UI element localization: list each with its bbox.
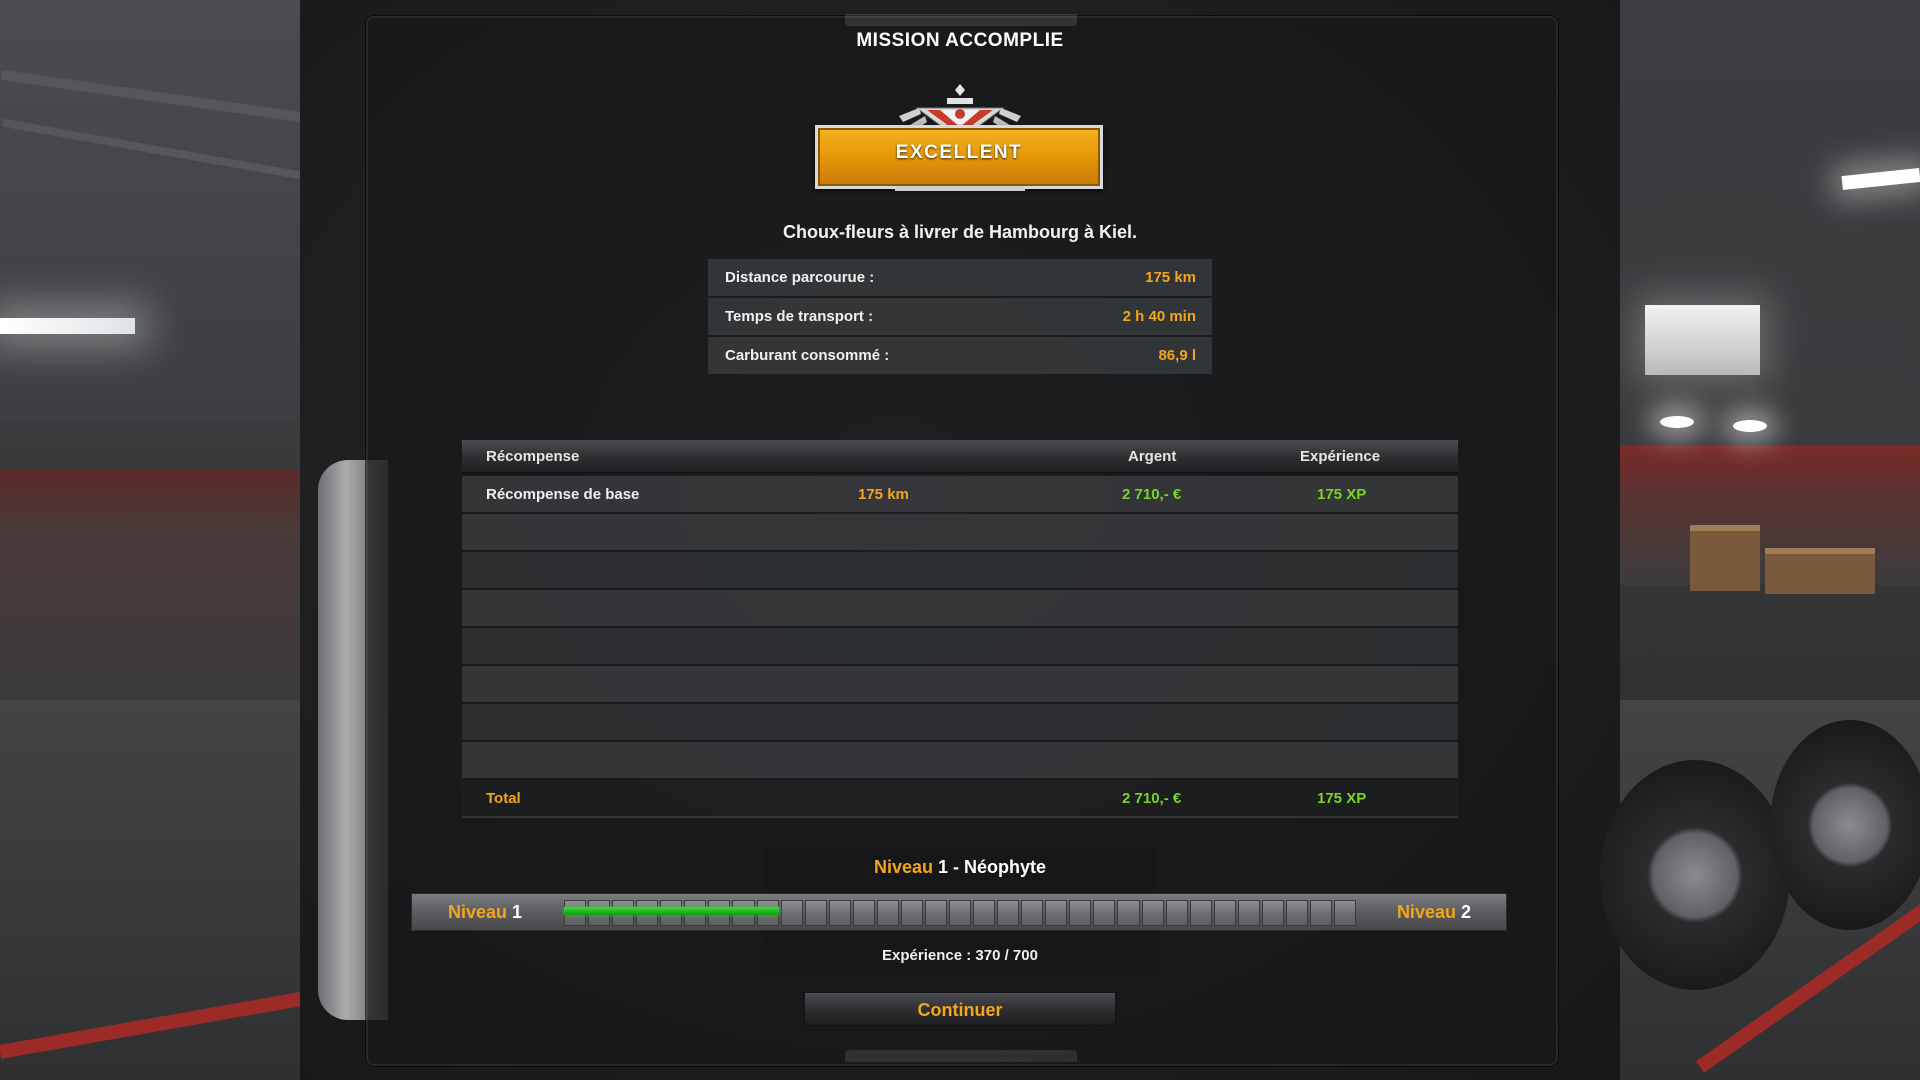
progress-segment xyxy=(804,900,827,926)
progress-segment xyxy=(1165,900,1188,926)
next-level-label: Niveau 2 xyxy=(1397,902,1471,923)
progress-segment xyxy=(900,900,923,926)
progress-segment xyxy=(876,900,899,926)
wall-spotlight xyxy=(1733,420,1767,432)
dialog-title: MISSION ACCOMPLIE xyxy=(856,30,1064,51)
table-row: Récompense de base 175 km 2 710,- € 175 … xyxy=(462,476,1458,512)
reward-experience: 175 XP xyxy=(1317,486,1367,503)
delivery-stats: Distance parcourue : 175 km Temps de tra… xyxy=(708,259,1212,376)
progress-segment xyxy=(1093,900,1116,926)
progress-segment xyxy=(973,900,996,926)
continue-button[interactable]: Continuer xyxy=(804,992,1116,1026)
column-header-experience: Expérience xyxy=(1300,448,1381,465)
stat-value: 2 h 40 min xyxy=(1122,308,1196,325)
table-row-empty xyxy=(462,514,1458,550)
stat-row-fuel: Carburant consommé : 86,9 l xyxy=(708,337,1212,374)
progress-segment xyxy=(780,900,803,926)
progress-segment xyxy=(1309,900,1332,926)
level-word: Niveau xyxy=(1396,902,1456,922)
reward-money: 2 710,- € xyxy=(1122,486,1182,503)
stat-label: Carburant consommé : xyxy=(725,347,890,364)
table-row-empty xyxy=(462,742,1458,778)
level-number: 2 xyxy=(1460,902,1471,922)
progress-segment xyxy=(1237,900,1260,926)
total-experience: 175 XP xyxy=(1317,790,1367,807)
progress-segment xyxy=(1285,900,1308,926)
stat-row-time: Temps de transport : 2 h 40 min xyxy=(708,298,1212,335)
cargo-pallet xyxy=(1690,525,1760,591)
level-number: 1 xyxy=(512,902,523,922)
rating-plate: EXCELLENT xyxy=(815,125,1103,189)
level-rank: - Néophyte xyxy=(948,857,1047,877)
table-row-empty xyxy=(462,552,1458,588)
level-title: Niveau 1 - Néophyte xyxy=(0,857,1920,878)
ceiling-lamp-left xyxy=(0,318,135,334)
reward-name: Récompense de base xyxy=(486,486,640,503)
garage-window xyxy=(1645,305,1760,375)
progress-segment xyxy=(1069,900,1092,926)
table-row-empty xyxy=(462,666,1458,702)
panel-top-tab xyxy=(845,14,1077,26)
progress-segment xyxy=(949,900,972,926)
progress-fill xyxy=(564,907,779,915)
rating-badge: EXCELLENT xyxy=(815,80,1105,195)
stat-label: Temps de transport : xyxy=(725,308,874,325)
column-header-reward: Récompense xyxy=(486,448,580,465)
total-label: Total xyxy=(486,790,521,807)
current-level-label: Niveau 1 xyxy=(448,902,522,923)
level-word: Niveau xyxy=(448,902,508,922)
table-row-empty xyxy=(462,628,1458,664)
wall-spotlight xyxy=(1660,416,1694,428)
rewards-table-header: Récompense Argent Expérience xyxy=(462,440,1458,474)
table-row-empty xyxy=(462,590,1458,626)
red-wall-left xyxy=(0,470,345,710)
cargo-pallet xyxy=(1765,548,1875,594)
progress-segment xyxy=(924,900,947,926)
total-money: 2 710,- € xyxy=(1122,790,1182,807)
level-number: 1 xyxy=(938,857,949,877)
reward-distance: 175 km xyxy=(858,486,909,503)
ceiling-lamp-right xyxy=(1841,167,1920,191)
rating-underline xyxy=(895,186,1025,191)
panel-bottom-tab xyxy=(845,1050,1077,1062)
progress-segment xyxy=(1021,900,1044,926)
experience-progress-bar: Niveau 1 Niveau 2 xyxy=(411,893,1507,931)
truck-wheel xyxy=(1770,720,1920,930)
stat-label: Distance parcourue : xyxy=(725,269,875,286)
stat-value: 175 km xyxy=(1145,269,1196,286)
delivery-description: Choux-fleurs à livrer de Hambourg à Kiel… xyxy=(782,222,1138,242)
table-row-empty xyxy=(462,704,1458,740)
progress-segment xyxy=(1261,900,1284,926)
rating-label: EXCELLENT xyxy=(895,142,1023,163)
table-total-row: Total 2 710,- € 175 XP xyxy=(462,780,1458,818)
stat-row-distance: Distance parcourue : 175 km xyxy=(708,259,1212,296)
experience-readout: Expérience : 370 / 700 xyxy=(882,947,1038,964)
stat-value: 86,9 l xyxy=(1158,347,1196,364)
progress-segment xyxy=(1213,900,1236,926)
progress-segment xyxy=(1334,900,1357,926)
progress-segment xyxy=(997,900,1020,926)
progress-segment xyxy=(828,900,851,926)
progress-segment xyxy=(1117,900,1140,926)
progress-segment xyxy=(852,900,875,926)
continue-button-label: Continuer xyxy=(917,1000,1003,1020)
progress-segment xyxy=(1045,900,1068,926)
column-header-money: Argent xyxy=(1128,448,1177,465)
progress-segment xyxy=(1189,900,1212,926)
level-word: Niveau xyxy=(873,857,933,877)
progress-segment xyxy=(1141,900,1164,926)
rewards-table: Récompense Argent Expérience Récompense … xyxy=(462,440,1458,818)
